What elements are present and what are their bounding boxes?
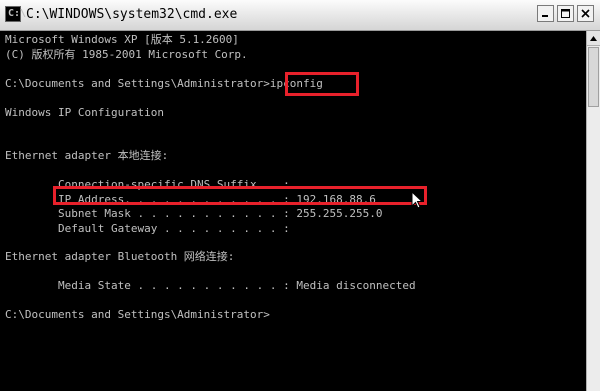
maximize-button[interactable] [557, 5, 574, 22]
console-line-header: Windows IP Configuration [5, 106, 164, 119]
window-controls [537, 5, 594, 22]
console-line-copyright: (C) 版权所有 1985-2001 Microsoft Corp. [5, 48, 248, 61]
cmd-prompt-icon[interactable]: C:\ [5, 6, 26, 22]
console-line-version: Microsoft Windows XP [版本 5.1.2600] [5, 33, 239, 46]
command-text: ipconfig [269, 77, 323, 90]
title-bar[interactable]: C:\ C:\WINDOWS\system32\cmd.exe [0, 0, 600, 31]
minimize-icon [542, 15, 548, 17]
console-line-adapter-1: Ethernet adapter 本地连接: [5, 149, 169, 162]
prompt-path-1: C:\Documents and Settings\Administrator> [5, 77, 270, 90]
close-icon [581, 9, 590, 18]
minimize-button[interactable] [537, 5, 554, 22]
arrow-up-icon [590, 35, 597, 41]
close-button[interactable] [577, 5, 594, 22]
console-line-subnet-mask: Subnet Mask . . . . . . . . . . . : 255.… [5, 207, 383, 220]
scroll-up-button[interactable] [587, 31, 600, 46]
window-title: C:\WINDOWS\system32\cmd.exe [26, 7, 238, 22]
console-line-ip-address: IP Address. . . . . . . . . . . . : 192.… [5, 193, 376, 206]
scroll-thumb[interactable] [588, 47, 599, 107]
cmd-window: C:\ C:\WINDOWS\system32\cmd.exe Microsof… [0, 0, 600, 391]
console-line-adapter-2: Ethernet adapter Bluetooth 网络连接: [5, 250, 235, 263]
console-line-prompt-1: C:\Documents and Settings\Administrator>… [5, 76, 323, 91]
console-line-media-state: Media State . . . . . . . . . . . : Medi… [5, 279, 416, 292]
vertical-scrollbar[interactable] [586, 31, 600, 391]
console-line-prompt-2: C:\Documents and Settings\Administrator> [5, 308, 270, 321]
console-line-default-gateway: Default Gateway . . . . . . . . . : [5, 222, 290, 235]
cmd-prompt-icon-glyph: C:\ [8, 8, 27, 19]
maximize-icon [561, 9, 570, 18]
console-line-dns-suffix: Connection-specific DNS Suffix . : [5, 178, 290, 191]
console-output[interactable]: Microsoft Windows XP [版本 5.1.2600] (C) 版… [0, 31, 586, 391]
mouse-cursor-icon [411, 191, 423, 209]
